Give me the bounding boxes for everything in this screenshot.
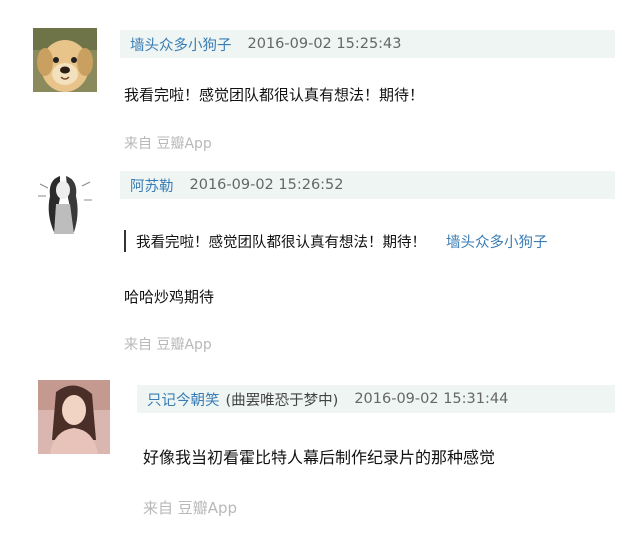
quote-text: 我看完啦！感觉团队都很认真有想法！期待！ xyxy=(136,234,426,251)
timestamp: 2016-09-02 15:25:43 xyxy=(247,36,402,52)
comment-header: 阿苏勒 2016-09-02 15:26:52 xyxy=(120,171,615,199)
comment-source: 来自 豆瓣App xyxy=(124,337,212,353)
comment-header: 只记今朝笑 (曲罢唯恐于梦中) 2016-09-02 15:31:44 xyxy=(137,385,615,413)
username-note: (曲罢唯恐于梦中) xyxy=(225,392,339,409)
comment-text: 哈哈炒鸡期待 xyxy=(124,288,215,306)
photo-avatar-icon[interactable] xyxy=(38,380,110,454)
sketch-woman-avatar-icon[interactable] xyxy=(30,170,100,238)
comment-text: 我看完啦！感觉团队都很认真有想法！期待！ xyxy=(124,86,425,104)
timestamp: 2016-09-02 15:26:52 xyxy=(189,177,344,193)
quote-bar xyxy=(124,230,126,252)
username-link[interactable]: 阿苏勒 xyxy=(130,175,174,196)
comment-text: 好像我当初看霍比特人幕后制作纪录片的那种感觉 xyxy=(143,448,496,467)
dog-avatar-icon[interactable] xyxy=(33,28,97,92)
username-link[interactable]: 只记今朝笑 xyxy=(147,389,220,410)
timestamp: 2016-09-02 15:31:44 xyxy=(354,391,509,407)
comment-source: 来自 豆瓣App xyxy=(124,136,212,152)
quoted-reply: 我看完啦！感觉团队都很认真有想法！期待！ 墙头众多小狗子 xyxy=(124,230,548,252)
username-link[interactable]: 墙头众多小狗子 xyxy=(130,34,232,55)
comment-header: 墙头众多小狗子 2016-09-02 15:25:43 xyxy=(120,30,615,58)
quote-username-link[interactable]: 墙头众多小狗子 xyxy=(446,231,548,252)
comment-source: 来自 豆瓣App xyxy=(143,499,238,517)
